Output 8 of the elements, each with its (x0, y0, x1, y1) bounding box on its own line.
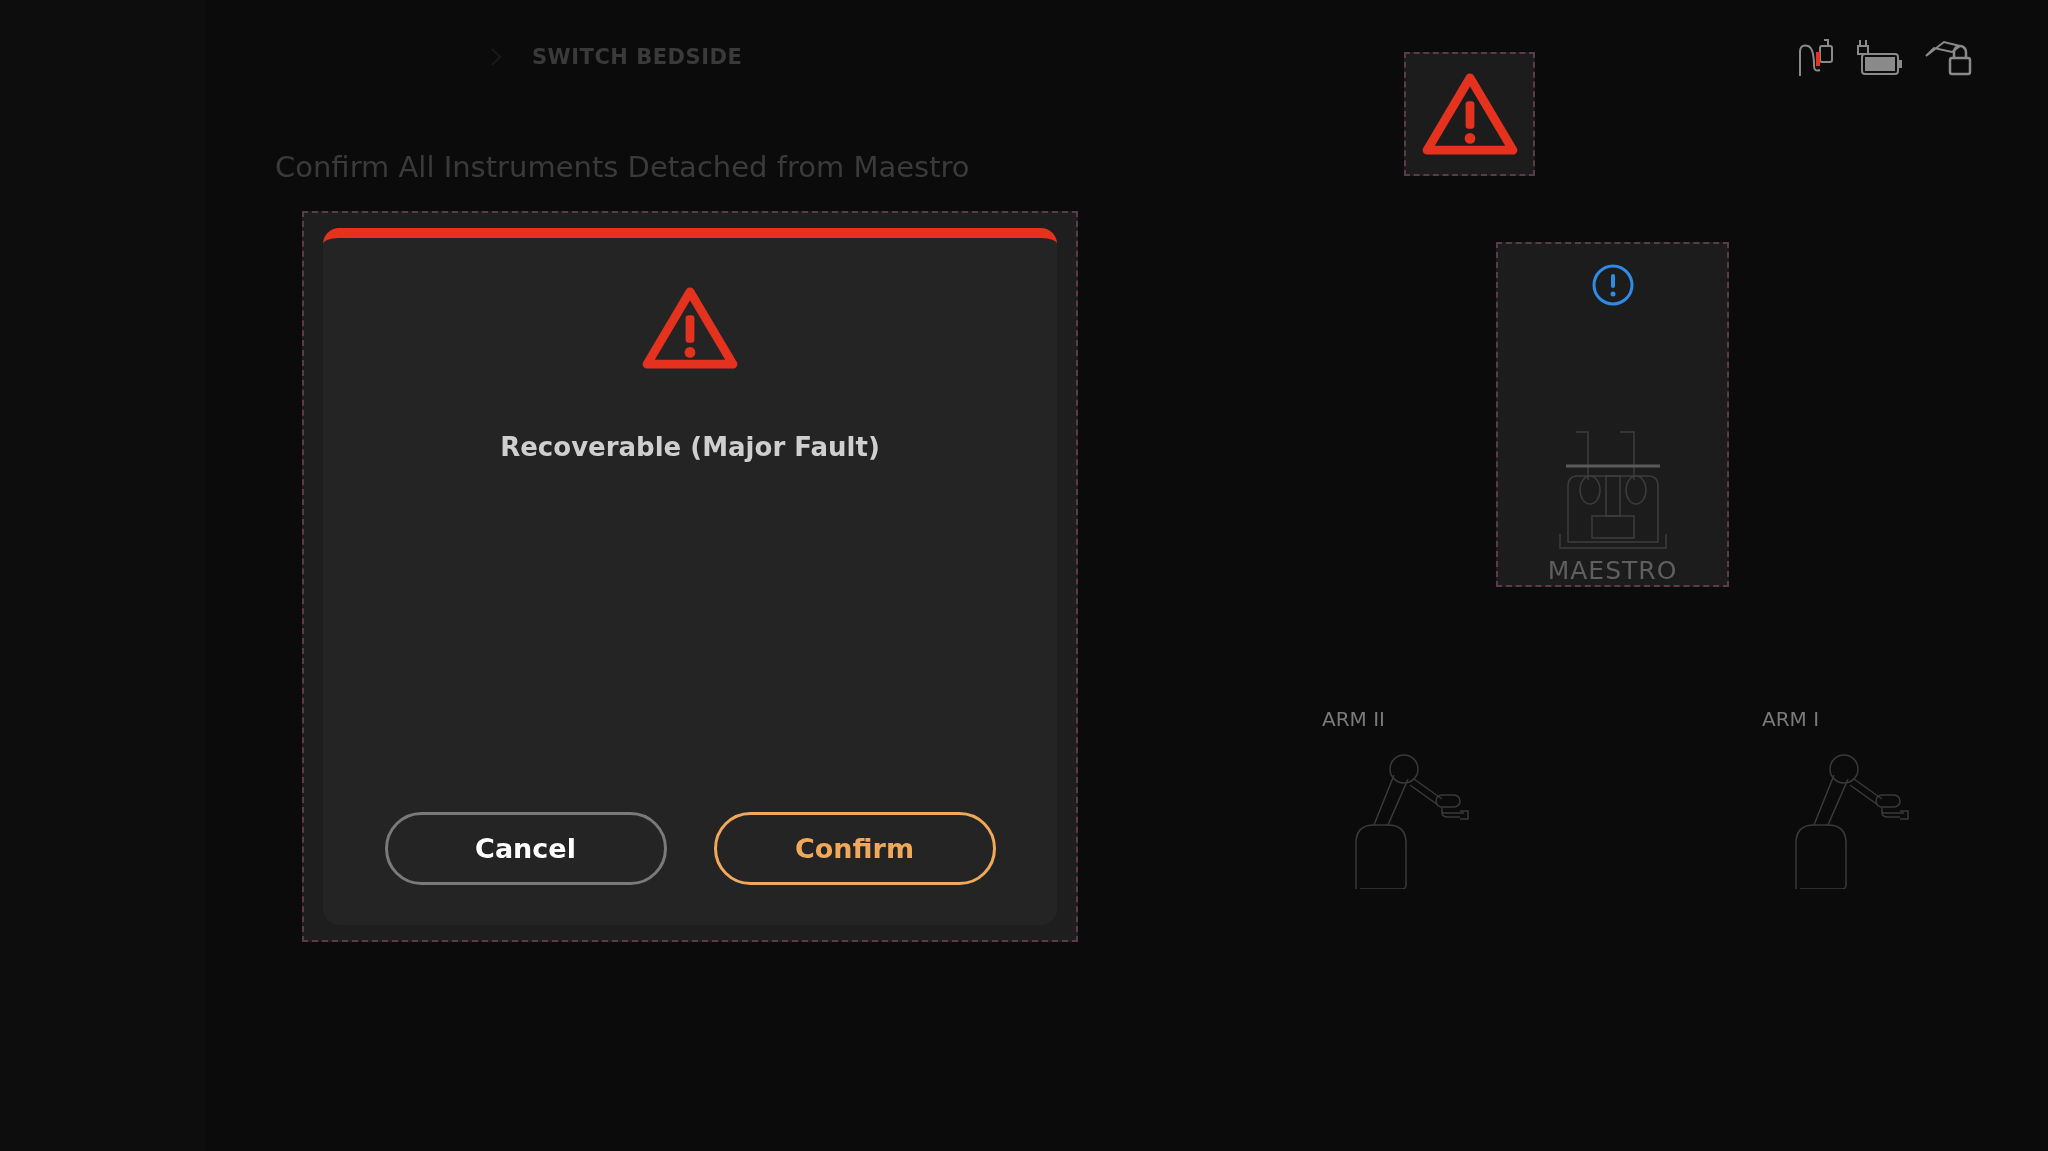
confirm-button[interactable]: Confirm (713, 812, 996, 885)
dialog-title: Recoverable (Major Fault) (500, 432, 880, 462)
warning-icon (1420, 72, 1519, 156)
arm-label: ARM II (1322, 707, 1386, 731)
arm-label: ARM I (1762, 707, 1821, 731)
cancel-button[interactable]: Cancel (384, 812, 667, 885)
card-label: MAESTRO (1547, 556, 1678, 585)
warning-icon (641, 286, 739, 370)
